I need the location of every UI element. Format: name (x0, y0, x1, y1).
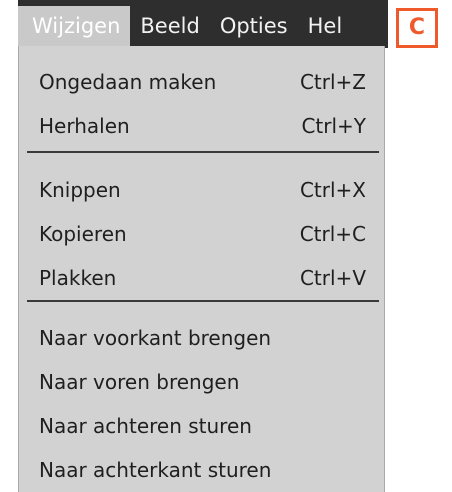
menu-item-label: Kopieren (39, 222, 127, 246)
menu-item-label: Knippen (39, 178, 121, 202)
menu-item-label: Plakken (39, 266, 117, 290)
menu-wijzigen[interactable]: Wijzigen (18, 6, 131, 46)
section-badge: C (396, 8, 438, 48)
menu-item-shortcut: Ctrl+X (299, 178, 366, 202)
menu-item-label: Naar voren brengen (39, 370, 240, 394)
menu-item-label: Naar achteren sturen (39, 414, 252, 438)
menu-opties[interactable]: Opties (210, 6, 298, 46)
menu-item-send-backward[interactable]: Naar achteren sturen (19, 406, 384, 446)
menu-item-redo[interactable]: Herhalen Ctrl+Y (19, 106, 384, 146)
menu-item-copy[interactable]: Kopieren Ctrl+C (19, 214, 384, 254)
menu-item-bring-forward[interactable]: Naar voren brengen (19, 362, 384, 402)
menu-help[interactable]: Hel (298, 6, 353, 46)
menu-item-send-to-back[interactable]: Naar achterkant sturen (19, 450, 384, 490)
menu-item-label: Naar voorkant brengen (39, 326, 272, 350)
menu-item-undo[interactable]: Ongedaan maken Ctrl+Z (19, 62, 384, 102)
menu-separator (27, 151, 379, 153)
menu-bar: Wijzigen Beeld Opties Hel (18, 0, 388, 48)
menu-item-bring-to-front[interactable]: Naar voorkant brengen (19, 318, 384, 358)
screen: Wijzigen Beeld Opties Hel Ongedaan maken… (0, 0, 452, 492)
menu-beeld[interactable]: Beeld (130, 6, 209, 46)
menu-item-shortcut: Ctrl+V (299, 266, 366, 290)
menu-item-label: Naar achterkant sturen (39, 458, 272, 482)
menu-item-shortcut: Ctrl+Y (301, 114, 366, 138)
menu-item-shortcut: Ctrl+Z (299, 70, 366, 94)
menu-item-paste[interactable]: Plakken Ctrl+V (19, 258, 384, 298)
menu-item-shortcut: Ctrl+C (299, 222, 366, 246)
menu-item-label: Ongedaan maken (39, 70, 217, 94)
menu-item-label: Herhalen (39, 114, 130, 138)
menu-separator (27, 300, 379, 302)
edit-dropdown-menu: Ongedaan maken Ctrl+Z Herhalen Ctrl+Y Kn… (18, 46, 385, 492)
menu-item-cut[interactable]: Knippen Ctrl+X (19, 170, 384, 210)
